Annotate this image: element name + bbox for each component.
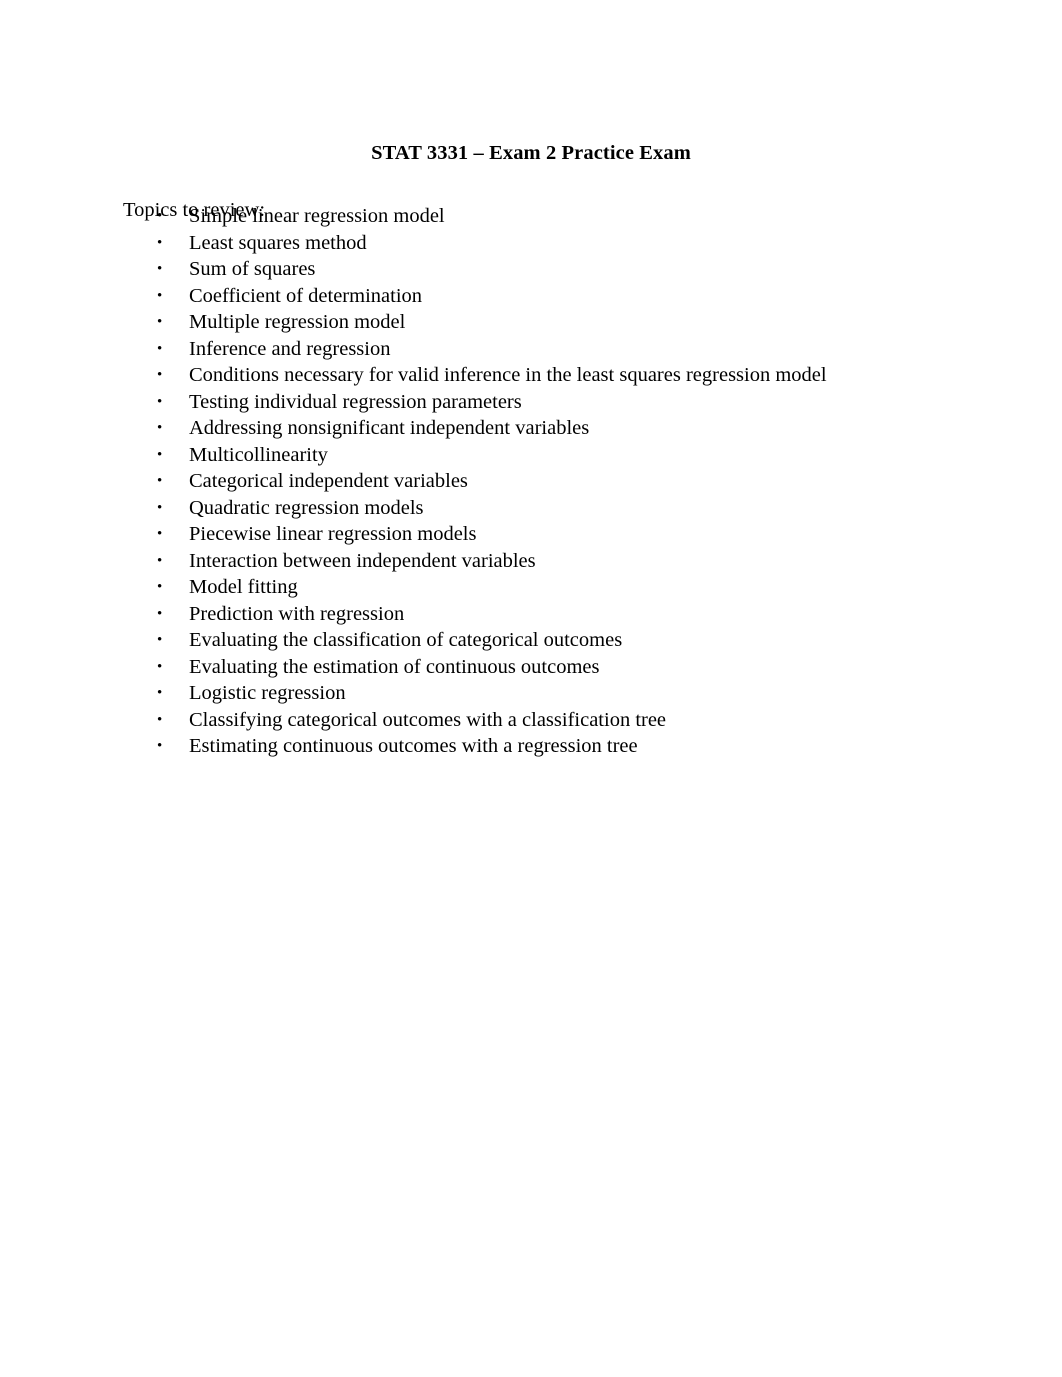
list-item-label: Categorical independent variables: [189, 470, 468, 492]
bullet-icon: •: [157, 552, 163, 569]
bullet-icon: •: [157, 314, 163, 330]
bullet-icon: •: [157, 738, 163, 754]
list-item-label: Piecewise linear regression models: [189, 523, 477, 545]
list-item-label: Quadratic regression models: [189, 496, 424, 519]
bullet-icon: •: [157, 658, 163, 675]
page-title: STAT 3331 – Exam 2 Practice Exam: [371, 141, 691, 164]
list-item-label: Multicollinearity: [189, 443, 328, 466]
list-item-label: Multiple regression model: [189, 311, 406, 333]
list-item-label: Estimating continuous outcomes with a re…: [189, 735, 638, 757]
bullet-icon: •: [157, 261, 163, 277]
bullet-icon: •: [157, 632, 163, 648]
list-item-label: Prediction with regression: [189, 602, 405, 625]
bullet-icon: •: [157, 287, 163, 304]
list-item-label: Inference and regression: [189, 337, 391, 360]
list-item-label: Addressing nonsignificant independent va…: [189, 417, 590, 439]
list-item-label: Simple linear regression model: [189, 205, 445, 227]
list-item-label: Evaluating the classification of categor…: [189, 629, 623, 651]
bullet-icon: •: [157, 208, 163, 224]
document-page: STAT 3331 – Exam 2 Practice Exam Topics …: [0, 0, 1062, 1377]
bullet-icon: •: [157, 340, 163, 357]
bullet-icon: •: [157, 234, 163, 251]
list-item-label: Classifying categorical outcomes with a …: [189, 708, 667, 731]
bullet-icon: •: [157, 473, 163, 489]
bullet-icon: •: [157, 711, 163, 728]
list-item-label: Model fitting: [189, 576, 298, 598]
bullet-icon: •: [157, 685, 163, 701]
bullet-icon: •: [157, 393, 163, 410]
list-item-label: Sum of squares: [189, 258, 316, 280]
list-item-label: Testing individual regression parameters: [189, 390, 522, 413]
list-item-label: Coefficient of determination: [189, 284, 423, 307]
bullet-icon: •: [157, 499, 163, 516]
bullet-icon: •: [157, 579, 163, 595]
bullet-icon: •: [157, 605, 163, 622]
list-item-label: Logistic regression: [189, 682, 346, 704]
list-item-label: Conditions necessary for valid inference…: [189, 364, 827, 386]
bullet-icon: •: [157, 367, 163, 383]
list-item-label: Evaluating the estimation of continuous …: [189, 655, 600, 678]
bullet-icon: •: [157, 420, 163, 436]
bullet-icon: •: [157, 446, 163, 463]
bullet-icon: •: [157, 526, 163, 542]
list-item-label: Interaction between independent variable…: [189, 549, 536, 572]
list-item-label: Least squares method: [189, 231, 367, 254]
